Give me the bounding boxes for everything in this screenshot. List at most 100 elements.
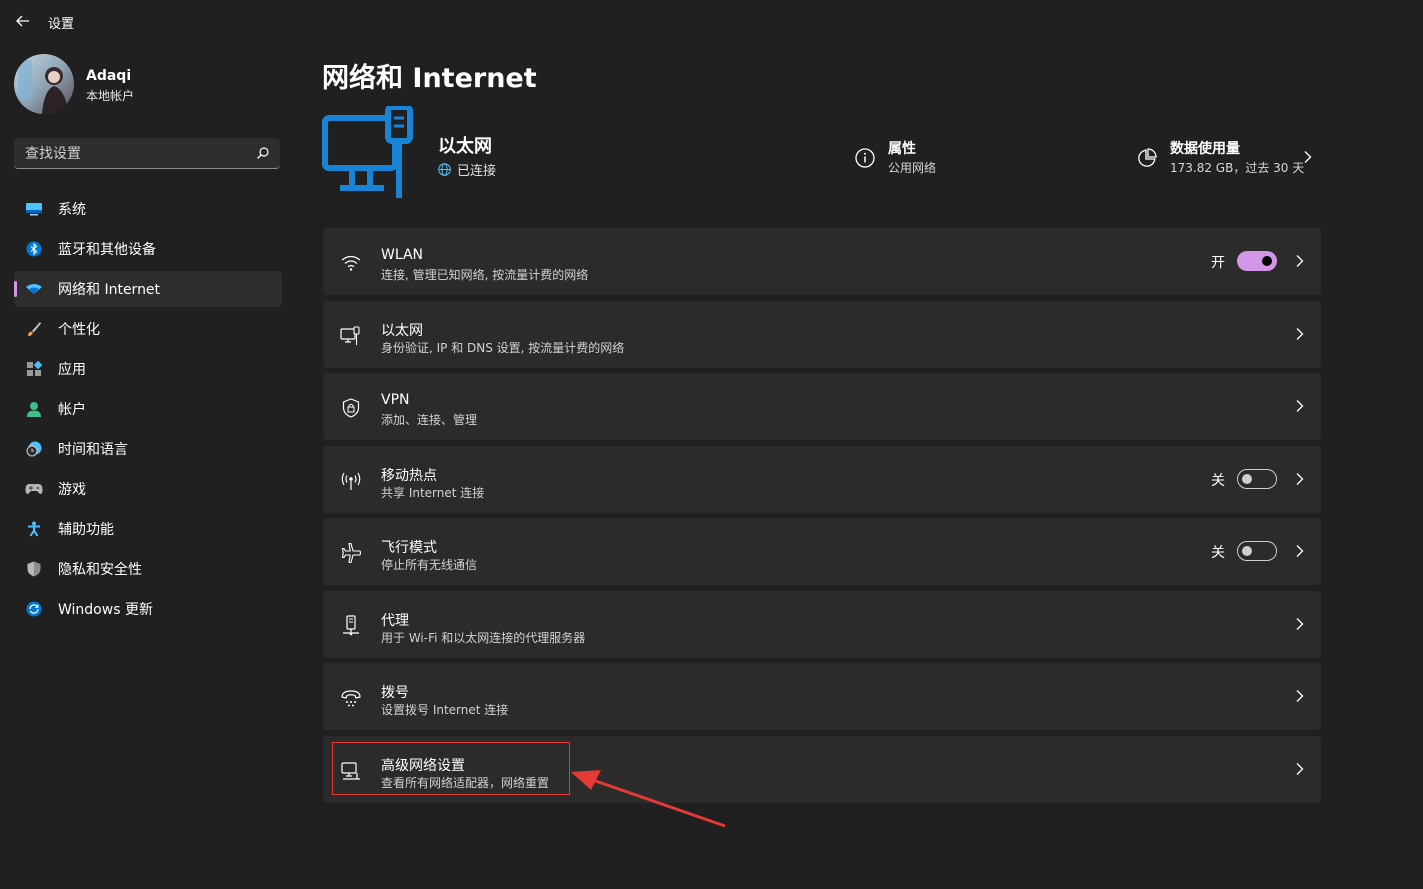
toggle-knob (1242, 473, 1252, 484)
airplane-mode-toggle[interactable] (1237, 541, 1277, 561)
gamepad-icon (25, 480, 43, 498)
accessibility-icon (25, 520, 43, 538)
row-title: 高级网络设置 (381, 757, 465, 774)
sidebar-item-time-language[interactable]: 时间和语言 (14, 431, 282, 467)
shield-icon (25, 560, 43, 578)
chevron-right-icon (1296, 255, 1304, 267)
vpn-shield-icon (340, 397, 362, 419)
row-subtitle: 连接, 管理已知网络, 按流量计费的网络 (381, 268, 589, 282)
chevron-right-icon (1296, 472, 1304, 485)
row-title: 代理 (381, 612, 409, 629)
chevron-right-icon (1296, 762, 1304, 775)
sidebar-item-gaming[interactable]: 游戏 (14, 471, 282, 507)
sidebar-item-windows-update[interactable]: Windows 更新 (14, 591, 282, 627)
data-usage-subtitle: 173.82 GB，过去 30 天 (1170, 161, 1305, 175)
sidebar-item-label: 游戏 (58, 482, 86, 498)
sidebar-item-label: 系统 (58, 202, 86, 218)
apps-icon (25, 360, 43, 378)
sidebar-item-label: 应用 (58, 362, 86, 378)
user-name: Adaqi (86, 68, 132, 84)
ethernet-monitor-icon (322, 106, 413, 198)
account-type: 本地帐户 (86, 89, 135, 103)
ethernet-icon (340, 325, 362, 347)
toggle-state-label: 关 (1211, 545, 1225, 561)
system-icon (25, 200, 43, 218)
row-subtitle: 添加、连接、管理 (381, 413, 478, 427)
sidebar-item-label: 个性化 (58, 322, 100, 338)
sidebar-nav: 系统 蓝牙和其他设备 网络和 Internet 个性化 应用 帐户 时间和语言 (14, 191, 282, 631)
advanced-network-settings-row[interactable]: 高级网络设置 查看所有网络适配器，网络重置 (323, 735, 1321, 803)
bluetooth-icon (25, 240, 43, 258)
sidebar-item-accessibility[interactable]: 辅助功能 (14, 511, 282, 547)
sidebar-item-accounts[interactable]: 帐户 (14, 391, 282, 427)
sidebar-item-bluetooth[interactable]: 蓝牙和其他设备 (14, 231, 282, 267)
hotspot-icon (340, 470, 362, 492)
sidebar-item-label: 隐私和安全性 (58, 562, 142, 578)
row-subtitle: 停止所有无线通信 (381, 558, 478, 572)
mobile-hotspot-toggle[interactable] (1237, 468, 1277, 489)
toggle-knob (1242, 546, 1252, 556)
pie-chart-icon (1138, 148, 1157, 167)
sidebar: Adaqi 本地帐户 系统 蓝牙和其他设备 网络和 Internet 个性化 应… (0, 42, 300, 889)
wifi-icon (340, 252, 362, 274)
proxy-row[interactable]: 代理 用于 Wi-Fi 和以太网连接的代理服务器 (323, 590, 1321, 658)
back-arrow-icon (16, 15, 29, 27)
globe-icon (438, 163, 451, 176)
row-title: WLAN (381, 247, 424, 263)
sidebar-item-label: 蓝牙和其他设备 (58, 242, 156, 258)
row-title: 移动热点 (381, 467, 437, 484)
app-title: 设置 (48, 17, 75, 32)
network-icon (25, 280, 43, 298)
connection-status-text: 已连接 (457, 164, 497, 179)
properties-link[interactable]: 属性 公用网络 (855, 138, 1055, 178)
chevron-right-icon (1296, 400, 1304, 412)
row-subtitle: 身份验证, IP 和 DNS 设置, 按流量计费的网络 (381, 340, 625, 355)
advanced-network-icon (340, 760, 362, 782)
search-input[interactable] (14, 138, 257, 170)
mobile-hotspot-row[interactable]: 移动热点 共享 Internet 连接 关 (323, 445, 1321, 513)
info-icon (855, 148, 875, 168)
sidebar-item-personalization[interactable]: 个性化 (14, 311, 282, 347)
sidebar-item-system[interactable]: 系统 (14, 191, 282, 227)
sidebar-item-label: 帐户 (58, 402, 86, 418)
chevron-right-icon (1304, 151, 1312, 163)
row-subtitle: 用于 Wi-Fi 和以太网连接的代理服务器 (381, 630, 586, 645)
settings-list: WLAN 连接, 管理已知网络, 按流量计费的网络 开 以太网 身份验证, IP… (323, 228, 1321, 808)
chevron-right-icon (1296, 327, 1304, 340)
connection-status: 已连接 (438, 160, 496, 179)
proxy-icon (340, 614, 362, 637)
sidebar-item-apps[interactable]: 应用 (14, 351, 282, 387)
toggle-state-label: 关 (1211, 472, 1225, 489)
row-subtitle: 设置拨号 Internet 连接 (381, 703, 509, 717)
update-icon (25, 600, 43, 618)
sidebar-item-privacy[interactable]: 隐私和安全性 (14, 551, 282, 587)
data-usage-title: 数据使用量 (1170, 141, 1240, 157)
toggle-knob (1262, 256, 1272, 266)
row-title: 以太网 (381, 322, 423, 339)
data-usage-link[interactable]: 数据使用量 173.82 GB，过去 30 天 (1137, 138, 1322, 178)
dialup-icon (340, 687, 362, 709)
row-title: VPN (381, 392, 410, 408)
search-icon[interactable] (256, 146, 270, 160)
connection-summary: 以太网 已连接 属性 公用网络 数据使用量 173.82 GB，过去 30 天 (322, 106, 1322, 206)
chevron-right-icon (1296, 617, 1304, 630)
airplane-mode-row[interactable]: 飞行模式 停止所有无线通信 关 (323, 518, 1321, 585)
sidebar-item-label: Windows 更新 (58, 602, 153, 618)
airplane-icon (340, 542, 362, 564)
row-subtitle: 查看所有网络适配器，网络重置 (381, 775, 550, 790)
sidebar-item-network[interactable]: 网络和 Internet (14, 271, 282, 307)
sidebar-item-label: 辅助功能 (58, 522, 114, 538)
ethernet-row[interactable]: 以太网 身份验证, IP 和 DNS 设置, 按流量计费的网络 (323, 300, 1321, 368)
wlan-row[interactable]: WLAN 连接, 管理已知网络, 按流量计费的网络 开 (323, 228, 1321, 295)
row-title: 飞行模式 (381, 540, 437, 556)
avatar[interactable] (14, 54, 74, 114)
wlan-toggle[interactable] (1237, 251, 1277, 271)
dialup-row[interactable]: 拨号 设置拨号 Internet 连接 (323, 663, 1321, 730)
account-icon (25, 400, 43, 418)
search-box[interactable] (14, 138, 280, 170)
chevron-right-icon (1296, 690, 1304, 702)
vpn-row[interactable]: VPN 添加、连接、管理 (323, 373, 1321, 440)
back-button[interactable] (12, 10, 34, 32)
properties-subtitle: 公用网络 (888, 161, 937, 175)
row-title: 拨号 (381, 685, 409, 701)
